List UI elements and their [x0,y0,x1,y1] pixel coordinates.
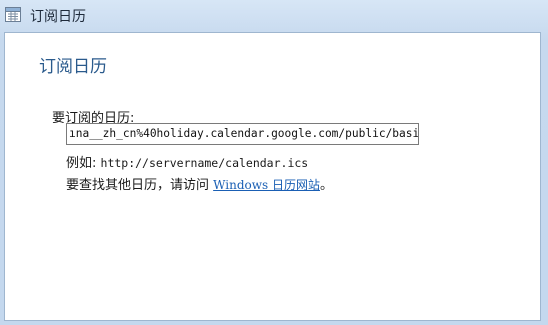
find-more-hint: 要查找其他日历，请访问 Windows 日历网站。 [66,174,333,193]
example-prefix: 例如: [66,156,101,171]
title-bar[interactable]: 订阅日历 [0,0,548,30]
windows-calendar-website-link[interactable]: Windows 日历网站 [213,178,320,192]
find-more-prefix: 要查找其他日历，请访问 [66,178,214,193]
subscribe-calendar-window: 订阅日历 订阅日历 要订阅的日历: ına__zh_cn%40holiday.c… [0,0,548,325]
dialog-content: 订阅日历 要订阅的日历: ına__zh_cn%40holiday.calend… [4,32,541,321]
calendar-icon [5,7,21,22]
find-more-suffix: 。 [319,178,333,193]
example-hint: 例如: http://servername/calendar.ics [66,152,308,171]
page-title: 订阅日历 [39,57,107,77]
calendar-url-input[interactable]: ına__zh_cn%40holiday.calendar.google.com… [66,123,419,145]
example-url: http://servername/calendar.ics [100,156,309,170]
window-title: 订阅日历 [30,9,86,25]
